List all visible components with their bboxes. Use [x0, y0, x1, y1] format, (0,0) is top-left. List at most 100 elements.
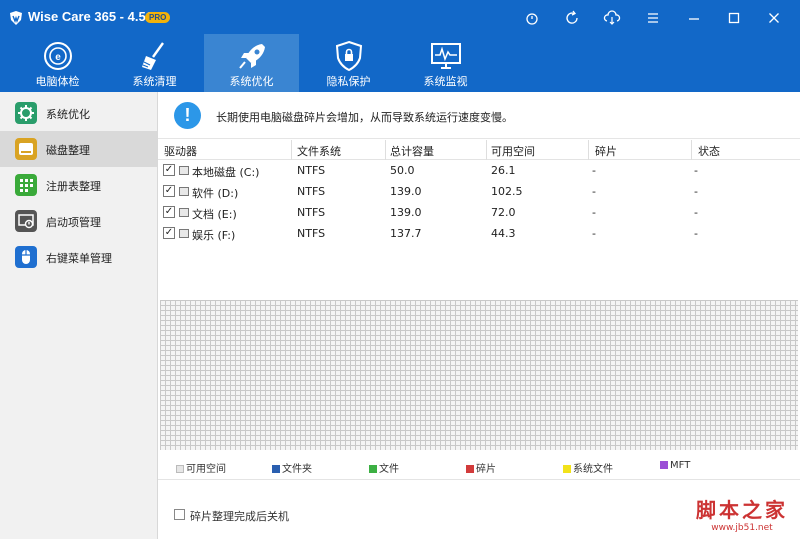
sidebar-item-disk-defrag[interactable]: 磁盘整理 — [0, 131, 157, 167]
column-header-drive[interactable]: 驱动器 — [164, 143, 197, 159]
maximize-icon[interactable] — [723, 7, 745, 29]
table-row[interactable]: ✓ 娱乐 (F:) NTFS 137.7 44.3 - - — [158, 223, 800, 244]
drive-name: 文档 (E:) — [192, 208, 237, 221]
status-cell: - — [694, 164, 698, 177]
sidebar-item-label: 磁盘整理 — [46, 144, 90, 157]
gear-icon — [15, 102, 37, 124]
filesystem-cell: NTFS — [297, 206, 326, 219]
column-divider — [588, 140, 589, 160]
menu-icon[interactable] — [642, 7, 664, 29]
drive-icon — [179, 187, 189, 196]
table-header: 驱动器 文件系统 总计容量 可用空间 碎片 状态 — [158, 140, 800, 160]
drive-name: 本地磁盘 (C:) — [192, 166, 260, 179]
total-cell: 50.0 — [390, 164, 415, 177]
nav-item-checkup[interactable]: e 电脑体检 — [10, 34, 105, 92]
app-window: Wise Care 365 - 4.51 PRO e 电脑体检 系统清理 系统优… — [0, 0, 800, 539]
disk-map-legend: 可用空间 文件夹 文件 碎片 系统文件 MFT — [158, 458, 800, 475]
shield-icon — [335, 40, 363, 72]
main-nav: e 电脑体检 系统清理 系统优化 隐私保护 系统监视 — [0, 34, 800, 92]
sidebar-item-label: 启动项管理 — [46, 216, 101, 229]
sidebar-item-label: 右键菜单管理 — [46, 252, 112, 265]
sidebar-item-registry[interactable]: 注册表整理 — [0, 167, 157, 203]
scan-icon: e — [44, 42, 72, 70]
status-cell: - — [694, 227, 698, 240]
legend-item: 文件 — [369, 460, 399, 475]
registry-icon — [15, 174, 37, 196]
watermark-title: 脚本之家 — [696, 498, 788, 522]
column-divider — [691, 140, 692, 160]
free-cell: 102.5 — [491, 185, 523, 198]
svg-text:e: e — [55, 52, 61, 63]
nav-item-privacy[interactable]: 隐私保护 — [301, 34, 396, 92]
refresh-icon[interactable] — [561, 7, 583, 29]
status-cell: - — [694, 206, 698, 219]
sidebar-item-context-menu[interactable]: 右键菜单管理 — [0, 239, 157, 275]
close-icon[interactable] — [763, 7, 785, 29]
watermark-url: www.jb51.net — [711, 523, 773, 533]
nav-label: 系统监视 — [423, 75, 468, 88]
column-header-filesystem[interactable]: 文件系统 — [297, 143, 341, 159]
legend-item: MFT — [660, 460, 690, 471]
filesystem-cell: NTFS — [297, 185, 326, 198]
shutdown-checkbox[interactable] — [174, 509, 185, 520]
legend-swatch — [176, 465, 184, 473]
nav-label: 隐私保护 — [326, 75, 371, 88]
minimize-icon[interactable] — [683, 7, 705, 29]
nav-item-optimize[interactable]: 系统优化 — [204, 34, 299, 92]
free-cell: 44.3 — [491, 227, 516, 240]
drive-name: 软件 (D:) — [192, 187, 239, 200]
pro-badge: PRO — [145, 12, 171, 23]
drive-checkbox[interactable]: ✓ — [163, 227, 175, 239]
drive-checkbox[interactable]: ✓ — [163, 185, 175, 197]
fragment-cell: - — [592, 227, 596, 240]
drive-checkbox[interactable]: ✓ — [163, 206, 175, 218]
table-row[interactable]: ✓ 软件 (D:) NTFS 139.0 102.5 - - — [158, 181, 800, 202]
column-header-fragment[interactable]: 碎片 — [595, 143, 617, 159]
legend-item: 文件夹 — [272, 460, 312, 475]
nav-item-clean[interactable]: 系统清理 — [107, 34, 202, 92]
monitor-icon — [431, 43, 461, 69]
table-row[interactable]: ✓ 文档 (E:) NTFS 139.0 72.0 - - — [158, 202, 800, 223]
fragment-cell: - — [592, 185, 596, 198]
sidebar-item-label: 注册表整理 — [46, 180, 101, 193]
column-header-free[interactable]: 可用空间 — [491, 143, 535, 159]
timer-icon[interactable] — [521, 7, 543, 29]
nav-label: 系统优化 — [229, 75, 274, 88]
column-header-status[interactable]: 状态 — [698, 143, 720, 159]
status-cell: - — [694, 185, 698, 198]
filesystem-cell: NTFS — [297, 164, 326, 177]
nav-item-monitor[interactable]: 系统监视 — [398, 34, 493, 92]
nav-label: 系统清理 — [132, 75, 177, 88]
app-logo-icon — [10, 11, 22, 25]
legend-swatch — [466, 465, 474, 473]
drive-icon — [179, 166, 189, 175]
shutdown-label: 碎片整理完成后关机 — [190, 510, 289, 523]
app-title: Wise Care 365 - 4.51 — [28, 9, 153, 24]
sidebar-item-label: 系统优化 — [46, 108, 90, 121]
divider — [158, 479, 800, 480]
fragment-cell: - — [592, 164, 596, 177]
sidebar: 系统优化 磁盘整理 注册表整理 启动项管理 右键菜单管理 — [0, 92, 158, 539]
table-row[interactable]: ✓ 本地磁盘 (C:) NTFS 50.0 26.1 - - — [158, 160, 800, 181]
startup-icon — [15, 210, 37, 232]
sidebar-item-startup[interactable]: 启动项管理 — [0, 203, 157, 239]
free-cell: 26.1 — [491, 164, 516, 177]
total-cell: 139.0 — [390, 185, 422, 198]
legend-item: 可用空间 — [176, 460, 226, 475]
column-header-total[interactable]: 总计容量 — [390, 143, 434, 159]
cloud-sync-icon[interactable] — [601, 7, 623, 29]
info-icon: ! — [174, 102, 201, 129]
legend-swatch — [563, 465, 571, 473]
sidebar-item-system-optimize[interactable]: 系统优化 — [0, 95, 157, 131]
filesystem-cell: NTFS — [297, 227, 326, 240]
free-cell: 72.0 — [491, 206, 516, 219]
banner-message: 长期使用电脑磁盘碎片会增加，从而导致系统运行速度变慢。 — [216, 111, 513, 124]
legend-swatch — [272, 465, 280, 473]
title-bar: Wise Care 365 - 4.51 PRO — [0, 0, 800, 34]
site-watermark: 脚本之家 www.jb51.net — [696, 494, 788, 533]
disk-icon — [15, 138, 37, 160]
legend-item: 系统文件 — [563, 460, 613, 475]
drive-checkbox[interactable]: ✓ — [163, 164, 175, 176]
broom-icon — [142, 42, 164, 70]
total-cell: 137.7 — [390, 227, 422, 240]
